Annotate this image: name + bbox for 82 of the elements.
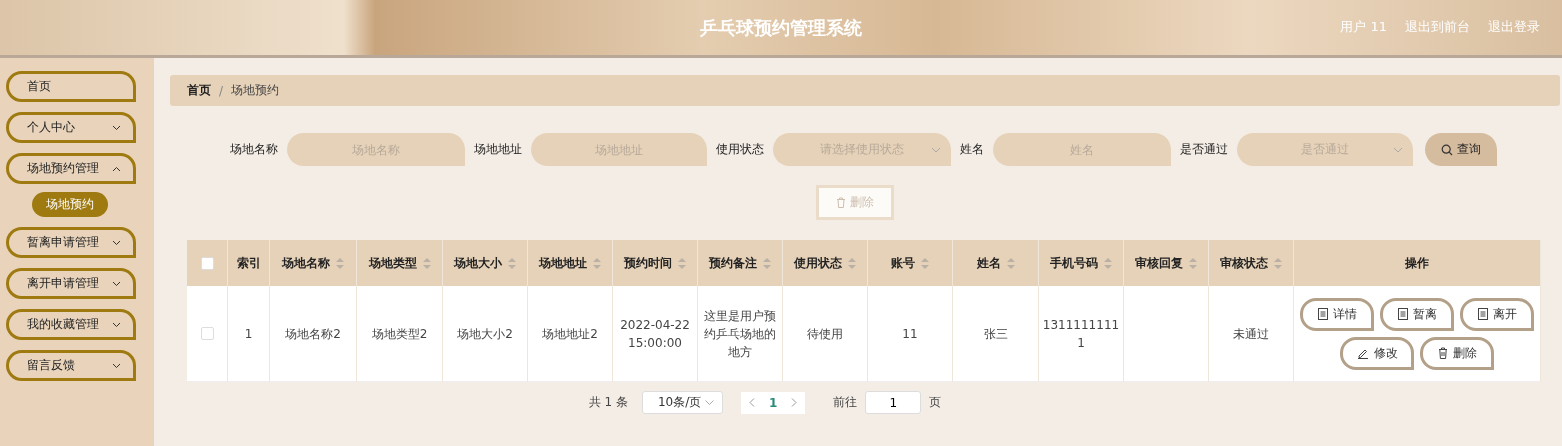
page-input[interactable]: 1	[865, 391, 922, 414]
column-header: 账号	[891, 254, 915, 272]
table-cell-text: 场地地址2	[542, 325, 598, 343]
sort-icon[interactable]	[1104, 257, 1112, 269]
table-cell-text: 11	[902, 325, 918, 343]
app-title: 乒乓球预约管理系统	[700, 15, 862, 40]
column-header: 场地类型	[368, 254, 417, 272]
page-size-select[interactable]: 10条/页	[641, 391, 723, 414]
checkbox[interactable]	[200, 327, 214, 340]
sort-icon[interactable]	[1189, 257, 1197, 269]
column-header: 场地大小	[454, 254, 502, 272]
table-cell-text: 13111111111	[1042, 316, 1120, 352]
chevron-icon	[704, 400, 714, 405]
menu-item[interactable]: 留言反馈	[6, 350, 136, 381]
column-header: 手机号码	[1050, 254, 1098, 272]
action-button[interactable]: 删除	[1420, 336, 1494, 370]
menu-item[interactable]: 离开申请管理	[6, 268, 136, 299]
breadcrumb-separator: /	[219, 83, 224, 98]
sort-icon[interactable]	[1006, 257, 1015, 269]
action-button[interactable]: 详情	[1300, 297, 1374, 331]
total-count: 共 1 条	[588, 394, 628, 411]
pencil-icon	[1356, 347, 1369, 359]
filter-label: 场地地址	[474, 141, 522, 158]
sort-icon[interactable]	[1274, 257, 1282, 269]
chevron-icon	[931, 146, 941, 153]
table-cell-text: 1	[244, 325, 253, 343]
table-cell-text: 场地大小2	[457, 325, 513, 343]
table-cell-text: 张三	[983, 325, 1008, 343]
action-button[interactable]: 离开	[1460, 297, 1534, 331]
menu-item[interactable]: 场地预约管理	[6, 153, 136, 184]
chevron-icon	[1393, 146, 1403, 153]
page-number[interactable]: 1	[768, 395, 778, 410]
search-icon	[1441, 143, 1453, 156]
sort-icon[interactable]	[763, 257, 771, 269]
table-cell-text: 未通过	[1233, 325, 1269, 343]
menu-item[interactable]: 我的收藏管理	[6, 309, 136, 340]
sort-icon[interactable]	[678, 257, 686, 269]
page-suffix: 页	[929, 394, 942, 411]
next-page-icon[interactable]	[791, 398, 798, 407]
sort-icon[interactable]	[848, 257, 856, 269]
checkbox[interactable]	[200, 256, 214, 270]
table-cell-text: 2022-04-22 15:00:00	[619, 316, 691, 352]
column-header: 审核状态	[1220, 254, 1268, 272]
goto-label: 前往	[833, 394, 858, 411]
column-header: 姓名	[976, 254, 1001, 272]
breadcrumb-link[interactable]: 场地预约	[231, 82, 280, 99]
table-cell-text: 场地类型2	[371, 325, 428, 343]
filter-label: 场地名称	[230, 141, 278, 158]
table-cell-text: 待使用	[807, 325, 843, 343]
column-header: 预约备注	[709, 254, 757, 272]
action-button[interactable]: 暂离	[1380, 297, 1454, 331]
menu-item[interactable]: 暂离申请管理	[6, 227, 136, 258]
action-button[interactable]: 修改	[1340, 336, 1414, 370]
column-header: 场地名称	[282, 254, 330, 272]
menu-item[interactable]: 首页	[6, 71, 136, 102]
filter-label: 是否通过	[1180, 141, 1228, 158]
column-header: 索引	[236, 254, 261, 272]
trash-icon	[836, 197, 846, 208]
search-button[interactable]: 查询	[1425, 133, 1497, 166]
submenu-item[interactable]: 场地预约	[32, 192, 108, 217]
sort-icon[interactable]	[593, 257, 601, 269]
column-header: 场地地址	[539, 254, 587, 272]
sort-icon[interactable]	[336, 257, 344, 269]
sort-icon[interactable]	[508, 257, 516, 269]
document-icon	[1397, 308, 1408, 320]
column-header: 预约时间	[624, 254, 672, 272]
sort-icon[interactable]	[921, 257, 929, 269]
sort-icon[interactable]	[422, 257, 431, 269]
column-header: 审核回复	[1135, 254, 1183, 272]
filter-label: 姓名	[960, 141, 984, 158]
user-name: 用户 11	[1340, 18, 1387, 36]
table-cell-text: 这里是用户预约乒乓场地的地方	[703, 307, 777, 361]
column-header: 使用状态	[794, 254, 842, 272]
document-icon	[1317, 308, 1328, 320]
trash-icon	[1437, 347, 1448, 359]
column-header: 操作	[1405, 254, 1429, 272]
menu-item[interactable]: 个人中心	[6, 112, 136, 143]
document-icon	[1477, 308, 1488, 320]
previous-page-icon[interactable]	[748, 398, 755, 407]
filter-label: 使用状态	[716, 141, 764, 158]
table-cell-text: 场地名称2	[285, 325, 341, 343]
breadcrumb-link[interactable]: 首页	[187, 82, 211, 99]
